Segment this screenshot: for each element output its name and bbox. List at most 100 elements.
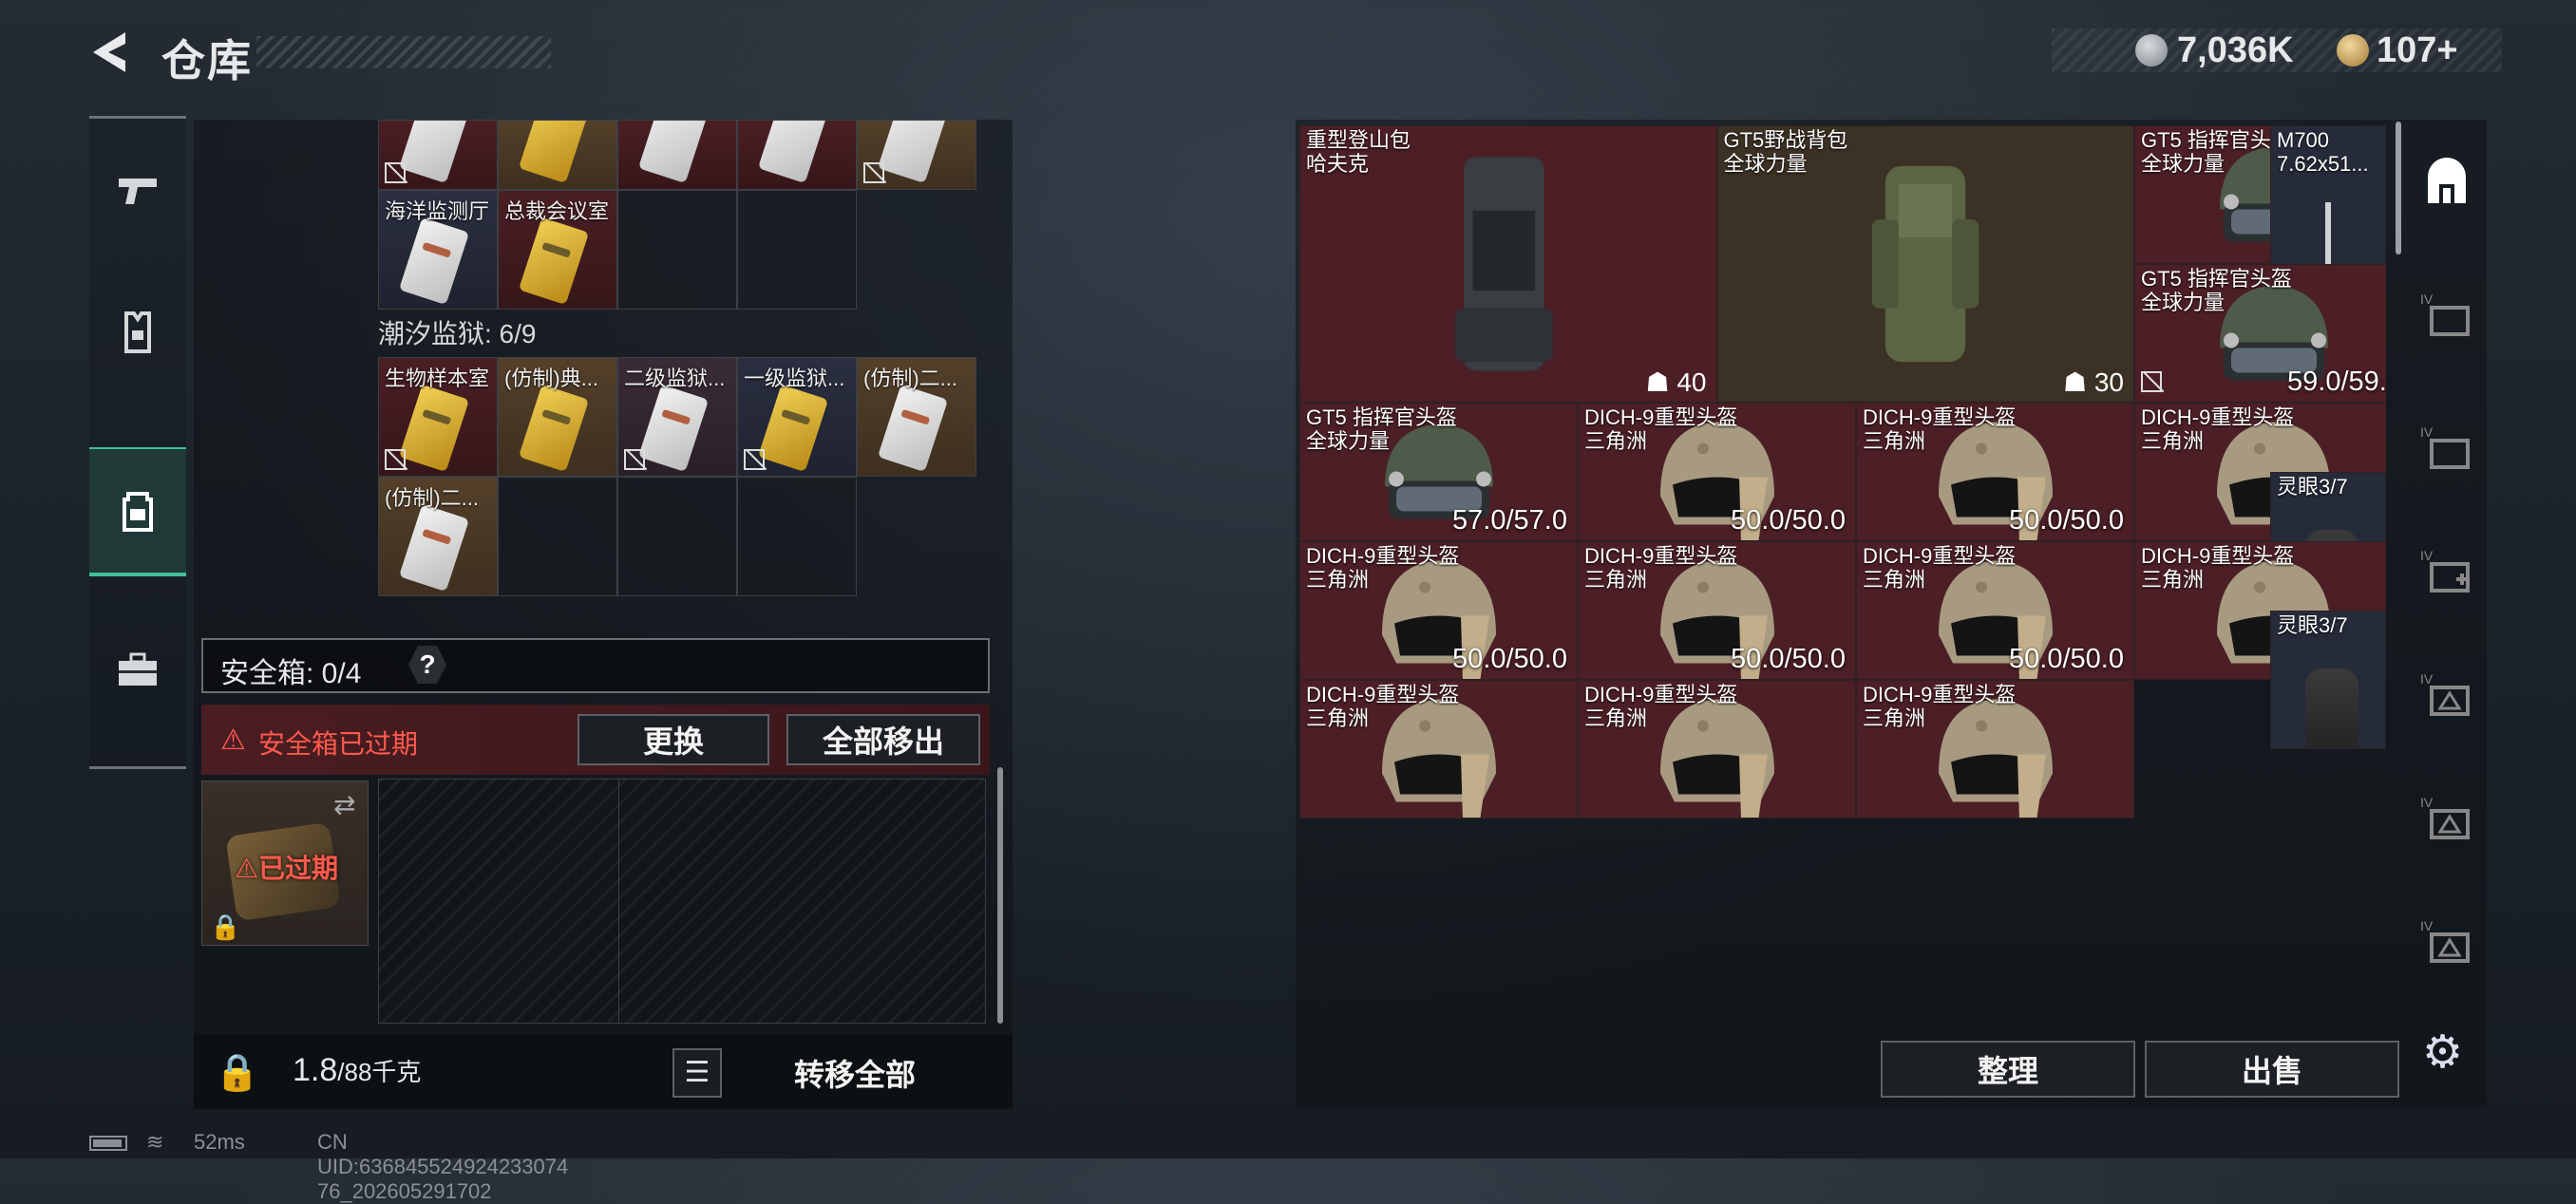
move-all-out-button[interactable]: 全部移出 bbox=[786, 714, 980, 765]
no-trade-icon bbox=[385, 449, 406, 470]
storage-tab-1-icon[interactable]: IV bbox=[2418, 289, 2475, 346]
gold-currency-value[interactable]: 107+ bbox=[2377, 30, 2458, 71]
replace-button[interactable]: 更换 bbox=[578, 714, 769, 765]
ping-value: 52ms bbox=[194, 1130, 245, 1154]
item-name: DICH-9重型头盔 三角洲 bbox=[1306, 544, 1459, 592]
storage-tab-6-icon[interactable]: IV bbox=[2418, 915, 2475, 972]
keycard-slot[interactable] bbox=[378, 120, 498, 190]
svg-text:IV: IV bbox=[2420, 548, 2434, 563]
keycard-image bbox=[398, 216, 470, 306]
keycard-image bbox=[518, 216, 590, 306]
keycard-row-partial bbox=[378, 120, 976, 190]
right-scrollbar[interactable] bbox=[2396, 122, 2401, 254]
arrange-button[interactable]: 整理 bbox=[1881, 1041, 2135, 1098]
swap-icon[interactable]: ⇄ bbox=[333, 789, 355, 820]
grid-divider bbox=[618, 780, 619, 1023]
help-icon[interactable]: ? bbox=[408, 646, 446, 684]
item-title: GT5 指挥官头盔 bbox=[1306, 405, 1457, 429]
storage-tab-2-icon[interactable]: IV bbox=[2418, 422, 2475, 479]
keycard-name: 生物样本室 bbox=[385, 367, 490, 390]
keycard-image bbox=[757, 121, 829, 184]
backpack-item[interactable]: ☗ 40 重型登山包 哈夫克 bbox=[1299, 125, 1717, 403]
storage-tab-5-icon[interactable]: IV bbox=[2418, 792, 2475, 849]
capacity-value: 40 bbox=[1676, 367, 1707, 397]
keycard-slot[interactable]: 海洋监测厅 bbox=[378, 190, 498, 310]
page-title: 仓库 bbox=[161, 36, 253, 85]
helmet-item[interactable]: GT5 指挥官头盔 全球力量 57.0/57.0 bbox=[1299, 403, 1578, 541]
keycard-image bbox=[398, 121, 470, 184]
keycard-slot[interactable]: (仿制)典... bbox=[498, 357, 617, 477]
safe-box-grid[interactable] bbox=[378, 779, 986, 1024]
item-subtitle: 三角洲 bbox=[1584, 568, 1648, 592]
safe-expired-text: 已过期 bbox=[258, 854, 339, 883]
storage-tab-3-icon[interactable]: IV bbox=[2418, 545, 2475, 602]
item-subtitle: 三角洲 bbox=[1584, 706, 1648, 730]
svg-text:IV: IV bbox=[2420, 424, 2434, 440]
stash-tab-icon[interactable] bbox=[2418, 156, 2475, 213]
keycard-slot[interactable] bbox=[617, 120, 737, 190]
durability-label: 50.0/50.0 bbox=[2009, 505, 2124, 536]
nav-armor[interactable] bbox=[89, 271, 186, 394]
keycard-slot[interactable] bbox=[857, 120, 976, 190]
silver-currency-value: 7,036K bbox=[2177, 30, 2294, 70]
helmet-item[interactable]: DICH-9重型头盔 三角洲 bbox=[1578, 680, 1856, 818]
helmet-item[interactable]: DICH-9重型头盔三角洲 50.0/50.0 bbox=[1299, 541, 1578, 680]
item-title: DICH-9重型头盔 bbox=[2141, 544, 2295, 568]
keycard-slot[interactable]: 二级监狱... bbox=[617, 357, 737, 477]
warning-icon: ⚠ bbox=[220, 724, 246, 756]
nav-backpack[interactable] bbox=[89, 447, 186, 576]
gear-icon[interactable]: ⚙ bbox=[2422, 1025, 2463, 1079]
keycard-slot[interactable] bbox=[498, 120, 617, 190]
capacity-icon: ☗ bbox=[2062, 367, 2094, 397]
keycard-slot[interactable]: 总裁会议室 bbox=[498, 190, 617, 310]
item-title: DICH-9重型头盔 bbox=[1584, 683, 1738, 706]
helmet-item[interactable]: DICH-9重型头盔 三角洲 bbox=[1856, 680, 2134, 818]
nav-supplies[interactable] bbox=[89, 609, 186, 732]
keycard-image bbox=[637, 384, 710, 473]
helmet-item[interactable]: DICH-9重型头盔 三角洲 bbox=[1299, 680, 1578, 818]
item-title: DICH-9重型头盔 bbox=[1584, 405, 1738, 429]
keycard-image bbox=[518, 384, 590, 473]
durability-label: 57.0/57.0 bbox=[1452, 505, 1567, 536]
item-subtitle: 三角洲 bbox=[2141, 568, 2205, 592]
keycard-name: 总裁会议室 bbox=[504, 199, 610, 223]
keycard-grid-prison: 生物样本室 (仿制)典... 二级监狱... 一级监狱... (仿制)二... bbox=[378, 357, 976, 477]
item-name: DICH-9重型头盔 三角洲 bbox=[1863, 405, 2016, 453]
item-title: DICH-9重型头盔 bbox=[1863, 683, 2017, 706]
keycard-slot[interactable]: 一级监狱... bbox=[737, 357, 857, 477]
keycard-slot[interactable]: 生物样本室 bbox=[378, 357, 498, 477]
uid-text: CN UID:636845524924233074​76_20260529170… bbox=[317, 1130, 569, 1203]
item-name: DICH-9重型头盔 三角洲 bbox=[1306, 683, 1459, 730]
item-name: GT5野战背包 全球力量 bbox=[1724, 128, 1848, 176]
keycard-slot[interactable]: (仿制)二... bbox=[857, 357, 976, 477]
helmet-item[interactable]: DICH-9重型头盔三角洲 50.0/50.0 bbox=[1578, 541, 1856, 680]
item-title: DICH-9重型头盔 bbox=[1584, 544, 1738, 568]
list-icon[interactable]: ☰ bbox=[672, 1048, 722, 1098]
safe-box-slot[interactable]: ⇄ ⚠已过期 🔒 bbox=[201, 781, 369, 946]
back-arrow-icon[interactable] bbox=[87, 28, 135, 76]
helmet-item[interactable]: DICH-9重型头盔三角洲 50.0/50.0 bbox=[1578, 403, 1856, 541]
helmet-item[interactable]: DICH-9重型头盔三角洲 50.0/50.0 bbox=[1856, 403, 2134, 541]
nav-weapons[interactable] bbox=[89, 128, 186, 252]
helmet-item[interactable]: GT5 指挥官头盔全球力量 59.0/59.0 bbox=[2134, 264, 2386, 403]
storage-tab-4-icon[interactable]: IV bbox=[2418, 668, 2475, 725]
helmet-item[interactable]: DICH-9重型头盔三角洲 50.0/50.0 bbox=[1856, 541, 2134, 680]
item-name: GT5 指挥官头盔 全球力量 bbox=[2141, 267, 2292, 314]
item-name: DICH-9重型头盔 三角洲 bbox=[1863, 544, 2016, 592]
keycard-name: 二级监狱... bbox=[624, 367, 726, 390]
wifi-icon: ≋ bbox=[146, 1130, 164, 1154]
backpack-item[interactable]: ☗ 30 GT5野战背包 全球力量 bbox=[1716, 125, 2134, 403]
keycard-name: (仿制)典... bbox=[504, 367, 598, 390]
keycard-slot[interactable]: (仿制)二... bbox=[378, 477, 498, 596]
scope-item[interactable]: 灵眼3/7 bbox=[2270, 611, 2386, 749]
left-scrollbar[interactable] bbox=[997, 767, 1003, 1024]
item-subtitle: 哈夫克 bbox=[1306, 152, 1370, 176]
weight-icon: 🔒 bbox=[215, 1053, 260, 1093]
item-name: DICH-9重型头盔 三角洲 bbox=[1584, 544, 1737, 592]
transfer-all-button[interactable]: 转移全部 bbox=[735, 1044, 975, 1101]
item-title: DICH-9重型头盔 bbox=[1306, 683, 1460, 706]
sell-button[interactable]: 出售 bbox=[2145, 1041, 2399, 1098]
item-name: DICH-9重型头盔 三角洲 bbox=[2141, 544, 2294, 592]
gold-coin-icon bbox=[2337, 34, 2369, 66]
keycard-slot[interactable] bbox=[737, 120, 857, 190]
